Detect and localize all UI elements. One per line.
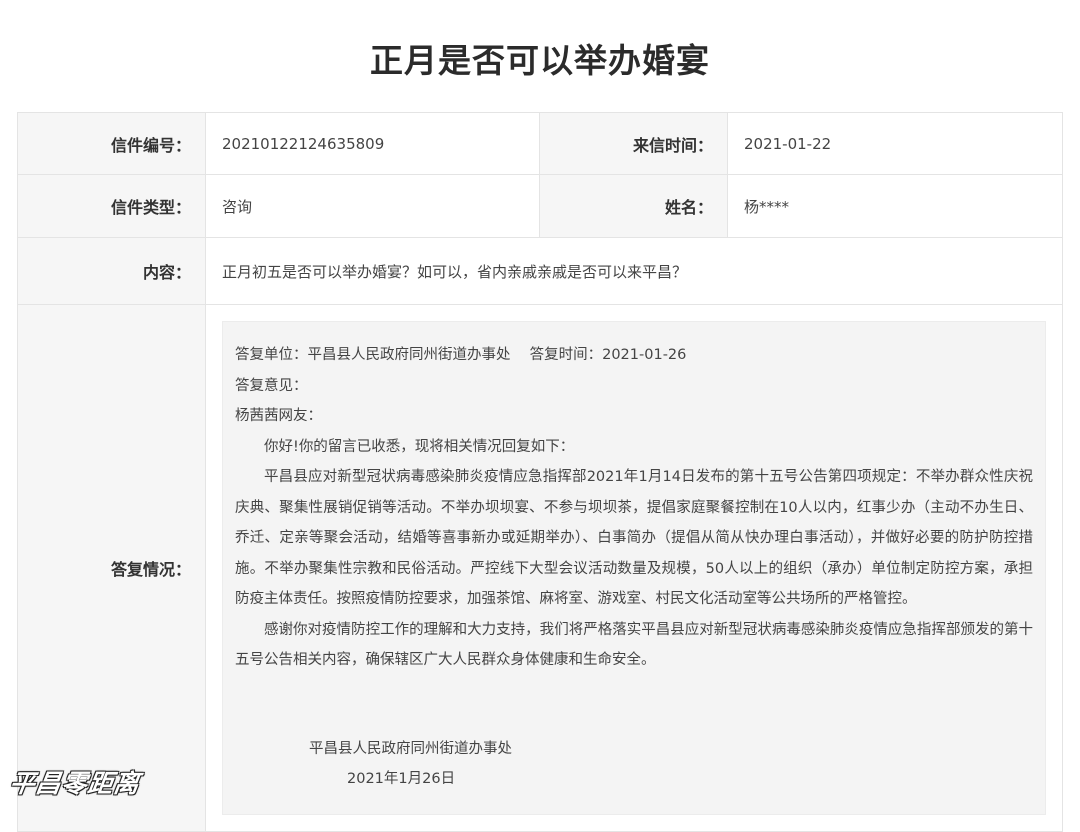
reply-opinion-label: 答复意见： bbox=[235, 377, 308, 394]
letter-date-value: 2021-01-22 bbox=[727, 112, 1063, 175]
table-row: 信件编号： 20210122124635809 来信时间： 2021-01-22 bbox=[17, 112, 1063, 175]
reply-paragraph-2: 平昌县应对新型冠状病毒感染肺炎疫情应急指挥部2021年1月14日发布的第十五号公… bbox=[235, 469, 1033, 607]
content-value: 正月初五是否可以举办婚宴？如可以，省内亲戚亲戚是否可以来平昌？ bbox=[205, 237, 1063, 305]
letter-id-value: 20210122124635809 bbox=[205, 112, 540, 175]
signature-date: 2021年1月26日 bbox=[347, 771, 456, 787]
table-row: 内容： 正月初五是否可以举办婚宴？如可以，省内亲戚亲戚是否可以来平昌？ bbox=[17, 237, 1063, 305]
reply-paragraph-1: 你好!你的留言已收悉，现将相关情况回复如下： bbox=[264, 438, 575, 455]
page-title: 正月是否可以举办婚宴 bbox=[370, 41, 710, 80]
signature-unit: 平昌县人民政府同州街道办事处 bbox=[309, 740, 512, 757]
reply-paragraph-3: 感谢你对疫情防控工作的理解和大力支持，我们将严格落实平昌县应对新型冠状病毒感染肺… bbox=[235, 621, 1033, 669]
content-label: 内容： bbox=[17, 237, 206, 305]
letter-info-table: 信件编号： 20210122124635809 来信时间： 2021-01-22… bbox=[17, 112, 1063, 832]
reply-header: 答复单位：平昌县人民政府同州街道办事处 答复时间：2021-01-26 bbox=[235, 347, 687, 363]
letter-id-label: 信件编号： bbox=[17, 112, 206, 175]
watermark-logo: 平昌零距离 bbox=[7, 769, 142, 798]
reply-cell: 答复单位：平昌县人民政府同州街道办事处 答复时间：2021-01-26 答复意见… bbox=[205, 304, 1063, 832]
letter-type-value: 咨询 bbox=[205, 174, 540, 238]
reply-label: 答复情况： bbox=[17, 304, 206, 832]
name-value: 杨**** bbox=[727, 174, 1063, 238]
table-row: 答复情况： 答复单位：平昌县人民政府同州街道办事处 答复时间：2021-01-2… bbox=[17, 304, 1063, 832]
letter-date-label: 来信时间： bbox=[539, 112, 728, 175]
letter-type-label: 信件类型： bbox=[17, 174, 206, 238]
name-label: 姓名： bbox=[539, 174, 728, 238]
table-row: 信件类型： 咨询 姓名： 杨**** bbox=[17, 174, 1063, 238]
reply-greeting: 杨茜茜网友： bbox=[235, 408, 322, 424]
reply-box: 答复单位：平昌县人民政府同州街道办事处 答复时间：2021-01-26 答复意见… bbox=[222, 321, 1046, 815]
